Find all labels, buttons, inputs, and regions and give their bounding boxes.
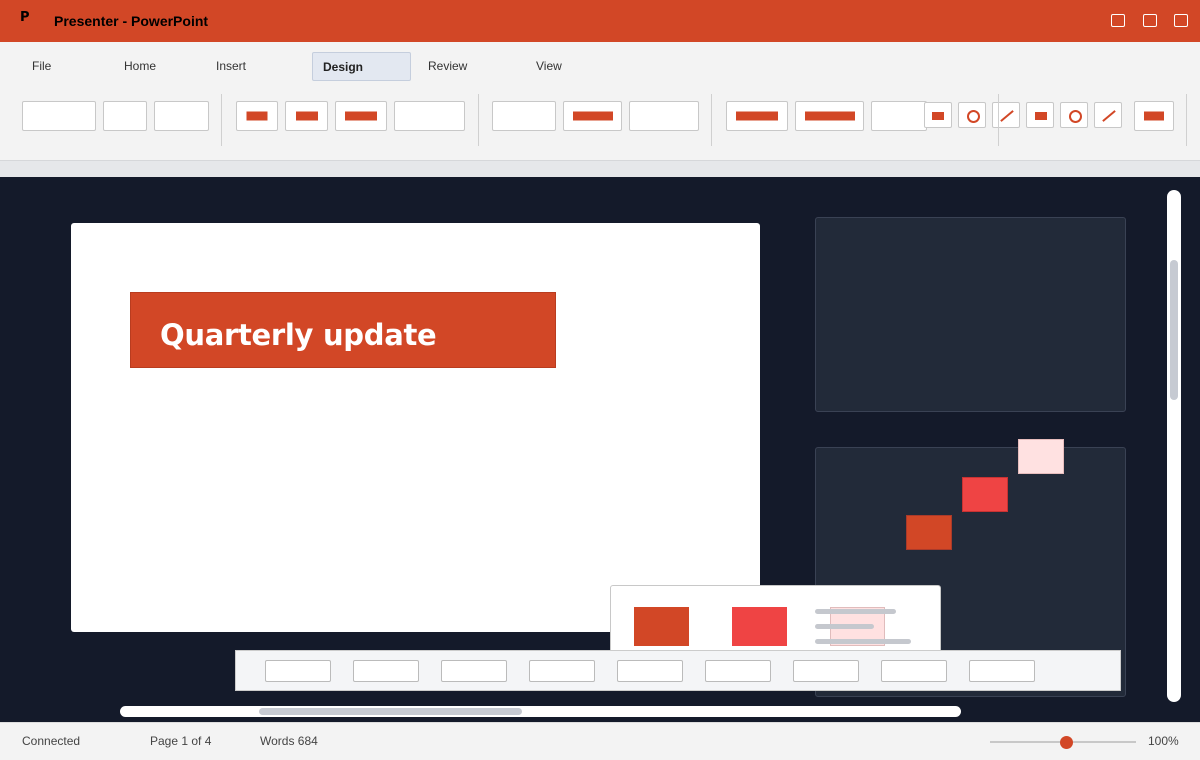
ribbon-separator <box>711 94 712 146</box>
tab-view[interactable]: View <box>526 52 572 81</box>
ribbon-button-swatch <box>804 111 855 121</box>
maximize-button[interactable] <box>1143 14 1157 27</box>
field-input[interactable] <box>793 660 859 682</box>
palette-swatch-orange[interactable] <box>634 607 689 646</box>
zoom-slider-thumb[interactable] <box>1060 736 1073 749</box>
field-input[interactable] <box>881 660 947 682</box>
ribbon-button[interactable] <box>103 101 147 131</box>
minimize-button[interactable] <box>1111 14 1125 27</box>
circle-icon[interactable] <box>1060 102 1088 128</box>
line-glyph <box>1102 110 1116 122</box>
field-input[interactable] <box>969 660 1035 682</box>
color-swatch-orange[interactable] <box>906 515 952 550</box>
ribbon-separator <box>478 94 479 146</box>
ribbon-button[interactable] <box>154 101 209 131</box>
color-swatch-light[interactable] <box>1018 439 1064 474</box>
field-input[interactable] <box>265 660 331 682</box>
palette-swatch-red[interactable] <box>732 607 787 646</box>
line-icon[interactable] <box>1094 102 1122 128</box>
tab-home[interactable]: Home <box>114 52 166 81</box>
tab-insert[interactable]: Insert <box>206 52 256 81</box>
field-input[interactable] <box>705 660 771 682</box>
vertical-scroll-thumb[interactable] <box>1170 260 1178 400</box>
ribbon-separator <box>998 94 999 146</box>
ribbon-button[interactable] <box>335 101 387 131</box>
ribbon-button[interactable] <box>22 101 96 131</box>
ribbon-button[interactable] <box>492 101 556 131</box>
palette-line <box>815 624 874 629</box>
ribbon-button[interactable] <box>394 101 465 131</box>
ribbon-button[interactable] <box>285 101 328 131</box>
field-input[interactable] <box>529 660 595 682</box>
zoom-level: 100% <box>1148 734 1179 748</box>
field-input[interactable] <box>441 660 507 682</box>
circle-glyph <box>967 110 980 123</box>
slide-title[interactable]: Quarterly update <box>160 318 437 352</box>
ribbon-button-swatch <box>1144 111 1164 121</box>
ribbon-button[interactable] <box>563 101 622 131</box>
slide-canvas[interactable] <box>71 223 760 632</box>
tab-design[interactable]: Design <box>312 52 411 81</box>
tab-file[interactable]: File <box>22 52 61 81</box>
ribbon-button[interactable] <box>795 101 864 131</box>
ribbon-button-swatch <box>736 111 778 121</box>
rectangle-icon[interactable] <box>924 102 952 128</box>
ribbon-button[interactable] <box>871 101 927 131</box>
page-indicator: Page 1 of 4 <box>150 734 212 748</box>
ribbon-button[interactable] <box>629 101 699 131</box>
field-input[interactable] <box>617 660 683 682</box>
ribbon-divider <box>0 160 1200 177</box>
field-input[interactable] <box>353 660 419 682</box>
color-swatch-red[interactable] <box>962 477 1008 512</box>
horizontal-scrollbar[interactable] <box>120 706 961 717</box>
ribbon-separator <box>1186 94 1187 146</box>
ribbon-button-swatch <box>572 111 613 121</box>
ribbon-button[interactable] <box>1134 101 1174 131</box>
circle-glyph <box>1069 110 1082 123</box>
ribbon-button-swatch <box>345 111 377 121</box>
line-glyph <box>1000 110 1014 122</box>
palette-line <box>815 639 911 644</box>
ribbon-button-swatch <box>246 111 268 121</box>
tab-review[interactable]: Review <box>418 52 477 81</box>
circle-icon[interactable] <box>958 102 986 128</box>
rectangle-icon[interactable] <box>1026 102 1054 128</box>
ribbon-button[interactable] <box>236 101 278 131</box>
connection-status: Connected <box>22 734 81 748</box>
window-title: Presenter - PowerPoint <box>54 13 209 29</box>
rectangle-glyph <box>932 112 944 120</box>
horizontal-scroll-thumb[interactable] <box>259 708 522 715</box>
palette-line <box>815 609 896 614</box>
ribbon-button[interactable] <box>726 101 788 131</box>
line-icon[interactable] <box>992 102 1020 128</box>
ribbon-button-swatch <box>295 111 318 121</box>
ribbon-separator <box>221 94 222 146</box>
close-button[interactable] <box>1174 14 1188 27</box>
powerpoint-app-icon: P <box>20 10 30 25</box>
preview-panel[interactable] <box>815 217 1126 412</box>
word-count: Words 684 <box>260 734 318 748</box>
rectangle-glyph <box>1035 112 1047 120</box>
